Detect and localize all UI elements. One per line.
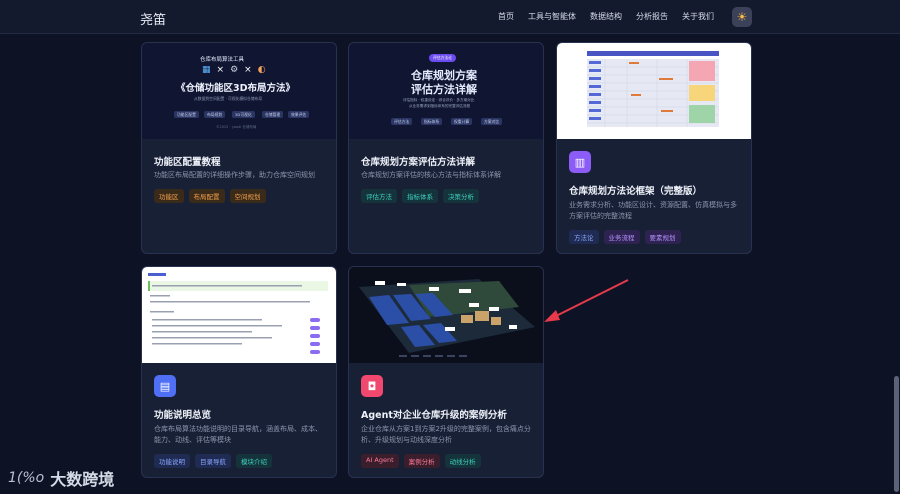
tag[interactable]: 方法论 (569, 230, 599, 244)
card-tags: 功能说明 目录导航 模块介绍 (154, 454, 272, 468)
card-thumbnail (349, 267, 543, 363)
card-title: 仓库规划方案评估方法详解 (361, 157, 476, 168)
card-thumbnail (142, 267, 336, 363)
document-icon: ▤ (154, 375, 176, 397)
card-tags: 方法论 业务流程 要素规划 (569, 230, 681, 244)
tag[interactable]: 指标体系 (402, 189, 438, 203)
document-screenshot-image (148, 273, 328, 354)
book-icon: ▥ (569, 151, 591, 173)
tag[interactable]: 空间规划 (229, 189, 266, 203)
warehouse-3d-image (359, 279, 535, 357)
palette-icon: ◐ (257, 65, 266, 75)
box-icon: ▦ (202, 65, 211, 75)
card-tags: AI Agent 案例分析 动线分析 (361, 454, 481, 468)
watermark: 1(%o 大数跨境 (8, 466, 114, 490)
sun-icon: ☀ (736, 10, 748, 24)
main-nav: 首页 工具与智能体 数据结构 分析报告 关于我们 (498, 11, 714, 22)
table-screenshot-image (587, 51, 719, 127)
tag[interactable]: 动线分析 (444, 454, 481, 468)
scrollbar-thumb[interactable] (894, 376, 899, 492)
gear-icon: ⚙ (230, 65, 239, 75)
card-tags: 功能区 布局配置 空间规划 (154, 189, 266, 203)
card-function-overview[interactable]: ▤ 功能说明总览 仓库布局算法功能说明的目录导航，涵盖布局、成本、能力、动线、评… (141, 266, 337, 478)
brand-logo[interactable]: 尧笛 (140, 9, 166, 28)
card-thumbnail: 评估方法论 仓库规划方案 评估方法详解 评估指标 · 权重设定 · 综合评价 ·… (349, 43, 543, 139)
card-evaluation-method[interactable]: 评估方法论 仓库规划方案 评估方法详解 评估指标 · 权重设定 · 综合评价 ·… (348, 42, 544, 254)
card-description: 业务需求分析、功能区设计、资源配置、仿真模拟与多方案评估的完整流程 (569, 201, 737, 220)
nav-home[interactable]: 首页 (498, 11, 514, 22)
card-tags: 评估方法 指标体系 决策分析 (361, 189, 479, 203)
card-title: Agent对企业仓库升级的案例分析 (361, 410, 507, 421)
nav-tools-agents[interactable]: 工具与智能体 (528, 11, 576, 22)
tag[interactable]: 功能区 (154, 189, 184, 203)
card-description: 企业仓库从方案1到方案2升级的完整案例，包含痛点分析、升级规划与动线深度分析 (361, 425, 531, 444)
card-title: 仓库规划方法论框架（完整版） (569, 186, 703, 197)
card-function-area-tutorial[interactable]: 仓库布局算法工具 ▦ × ⚙ × ◐ 《仓储功能区3D布局方法》 从数据到空间配… (141, 42, 337, 254)
card-description: 仓库布局算法功能说明的目录导航，涵盖布局、成本、能力、动线、评估等模块 (154, 425, 322, 444)
tag[interactable]: 评估方法 (361, 189, 397, 203)
robot-icon: ◘ (361, 375, 383, 397)
theme-toggle-button[interactable]: ☀ (732, 7, 752, 27)
card-thumbnail (557, 43, 751, 139)
card-title: 功能区配置教程 (154, 157, 221, 168)
tag[interactable]: 目录导航 (195, 454, 231, 468)
tag[interactable]: 布局配置 (188, 189, 225, 203)
tag[interactable]: AI Agent (361, 454, 399, 468)
tag[interactable]: 功能说明 (154, 454, 190, 468)
tag[interactable]: 业务流程 (603, 230, 640, 244)
tag[interactable]: 决策分析 (443, 189, 479, 203)
watermark-logo: 1(%o (8, 470, 45, 486)
nav-about[interactable]: 关于我们 (682, 11, 714, 22)
watermark-text: 大数跨境 (50, 470, 115, 489)
emoji-row: ▦ × ⚙ × ◐ (202, 65, 266, 75)
card-description: 仓库规划方案评估的核心方法与指标体系详解 (361, 171, 501, 179)
card-thumbnail: 仓库布局算法工具 ▦ × ⚙ × ◐ 《仓储功能区3D布局方法》 从数据到空间配… (142, 43, 336, 139)
nav-analysis-reports[interactable]: 分析报告 (636, 11, 668, 22)
tag[interactable]: 要素规划 (644, 230, 681, 244)
top-navigation-bar: 尧笛 首页 工具与智能体 数据结构 分析报告 关于我们 ☀ (0, 0, 900, 34)
card-description: 功能区布局配置的详细操作步骤，助力仓库空间规划 (154, 171, 315, 179)
tag[interactable]: 案例分析 (403, 454, 440, 468)
page-scrollbar[interactable] (893, 34, 900, 494)
nav-data-structures[interactable]: 数据结构 (590, 11, 622, 22)
card-methodology-framework[interactable]: ▥ 仓库规划方法论框架（完整版） 业务需求分析、功能区设计、资源配置、仿真模拟与… (556, 42, 752, 254)
card-title: 功能说明总览 (154, 410, 212, 421)
tag[interactable]: 模块介绍 (236, 454, 272, 468)
card-agent-case-study[interactable]: ◘ Agent对企业仓库升级的案例分析 企业仓库从方案1到方案2升级的完整案例，… (348, 266, 544, 478)
